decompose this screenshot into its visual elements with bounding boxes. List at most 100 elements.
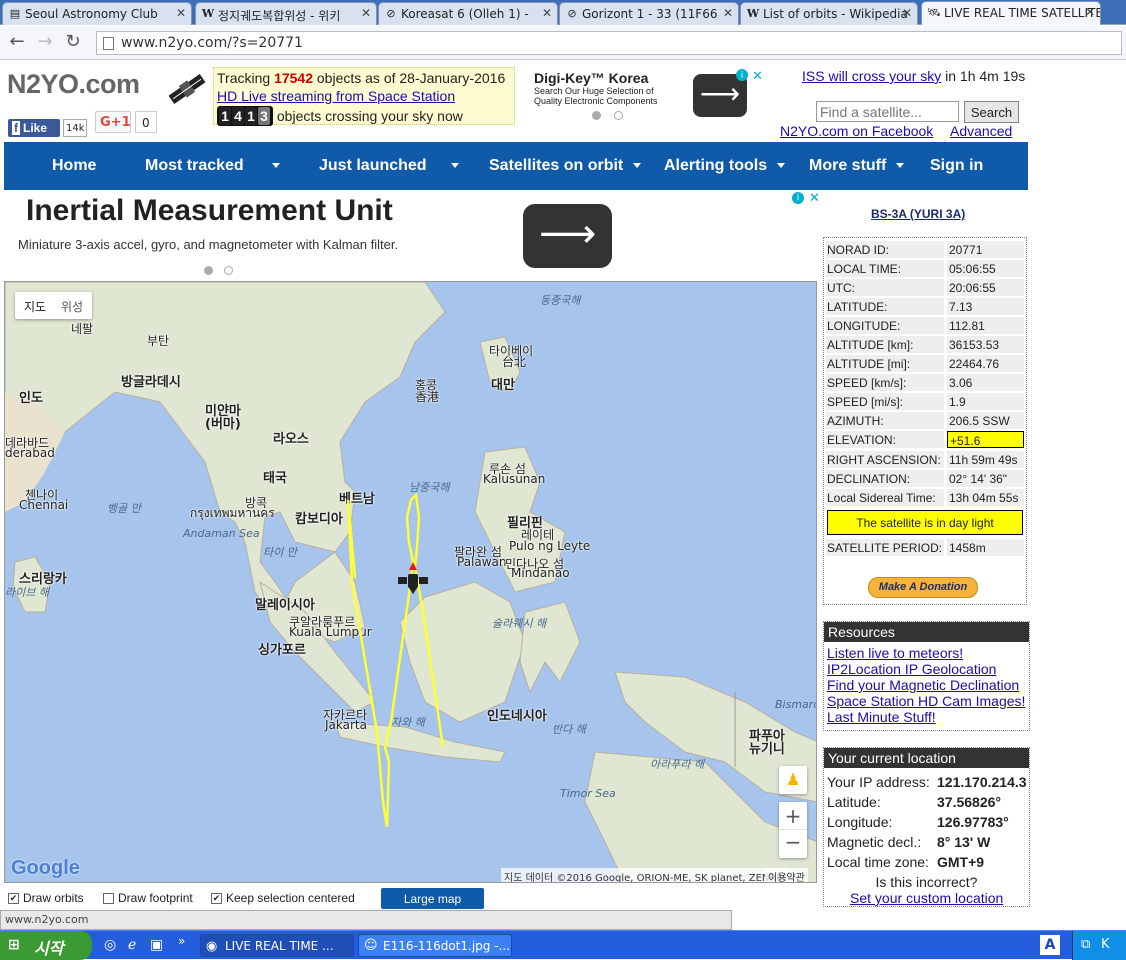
satellite-info-row: ALTITUDE [mi]: 22464.76: [826, 355, 1024, 372]
blocked-icon: ⊘: [386, 7, 396, 20]
resource-link[interactable]: Listen live to meteors!: [827, 645, 1029, 661]
info-value: 3.06: [947, 374, 1024, 391]
start-button[interactable]: ⊞ 시작: [0, 931, 92, 960]
ad-info-icon[interactable]: i: [792, 192, 804, 204]
chevron-down-icon: [777, 163, 786, 169]
resource-link[interactable]: Last Minute Stuff!: [827, 709, 1029, 725]
google-plus-button[interactable]: G+1: [95, 111, 131, 133]
ad-info-icon[interactable]: i: [736, 69, 748, 81]
reload-icon[interactable]: ↻: [62, 31, 84, 53]
satellite-period-row: SATELLITE PERIOD: 1458m: [826, 539, 1024, 556]
live-streaming-link[interactable]: HD Live streaming from Space Station: [217, 88, 455, 104]
location-title: Your current location: [824, 748, 1029, 768]
draw-orbits-checkbox[interactable]: ✔ Draw orbits: [8, 891, 84, 905]
draw-footprint-checkbox[interactable]: Draw footprint: [103, 891, 193, 905]
tray-network-icon[interactable]: ⧉: [1081, 937, 1090, 952]
browser-tab[interactable]: W List of orbits - Wikipedia ✕: [740, 2, 918, 25]
nav-alerting-tools[interactable]: Alerting tools: [664, 157, 786, 175]
nav-sign-in[interactable]: Sign in: [930, 157, 983, 175]
resource-link[interactable]: IP2Location IP Geolocation: [827, 661, 1029, 677]
taskbar-window-chrome[interactable]: ◉ LIVE REAL TIME ...: [200, 934, 354, 957]
map-terms-link[interactable]: 이용약관: [765, 868, 808, 882]
crossing-text: objects crossing your sky now: [276, 108, 463, 124]
satellite-marker-icon[interactable]: [397, 562, 429, 596]
browser-tab[interactable]: ⊘ Koreasat 6 (Olleh 1) - ✕: [378, 2, 558, 25]
google-logo[interactable]: Google: [11, 857, 80, 880]
checkbox-unchecked-icon: [103, 893, 114, 905]
zoom-in-button[interactable]: +: [779, 802, 807, 830]
close-icon[interactable]: ✕: [723, 6, 733, 20]
donate-button[interactable]: Make A Donation: [868, 577, 978, 598]
info-label: SATELLITE PERIOD:: [826, 539, 944, 556]
satellite-info-row: ALTITUDE [km]: 36153.53: [826, 336, 1024, 353]
info-label: UTC:: [826, 279, 944, 296]
back-icon[interactable]: ←: [6, 31, 28, 53]
ad-close-icon[interactable]: ✕: [752, 68, 763, 84]
taskbar-window-image[interactable]: ☺ E116-116dot1.jpg -...: [358, 934, 512, 957]
nav-satellites-on-orbit[interactable]: Satellites on orbit: [489, 157, 642, 175]
set-custom-location-link[interactable]: Set your custom location: [850, 890, 1003, 906]
ad-close-icon[interactable]: ✕: [809, 191, 820, 206]
nav-more-stuff[interactable]: More stuff: [809, 157, 905, 175]
info-value: 206.5 SSW: [947, 412, 1024, 429]
info-label: LONGITUDE:: [826, 317, 944, 334]
advanced-search-link[interactable]: Advanced: [950, 123, 1012, 139]
ip-address: 121.170.214.3: [937, 774, 1027, 790]
large-map-button[interactable]: Large map: [381, 888, 484, 909]
browser-tab[interactable]: ▤ Seoul Astronomy Club ✕: [2, 2, 192, 25]
keep-centered-checkbox[interactable]: ✔ Keep selection centered: [211, 891, 355, 905]
crossing-counter: 1413: [217, 106, 273, 126]
ad-dot-indicator[interactable]: [224, 266, 233, 275]
info-label: LATITUDE:: [826, 298, 944, 315]
facebook-like-button[interactable]: f Like: [8, 119, 60, 137]
map-type-satellite-button[interactable]: 위성: [61, 298, 83, 315]
close-icon[interactable]: ✕: [902, 6, 912, 20]
close-icon[interactable]: ✕: [176, 6, 186, 20]
nav-just-launched[interactable]: Just launched: [319, 157, 459, 175]
facebook-page-link[interactable]: N2YO.com on Facebook: [780, 123, 933, 139]
site-logo[interactable]: N2YO.com: [7, 69, 140, 100]
checkbox-checked-icon: ✔: [211, 893, 222, 905]
nav-most-tracked[interactable]: Most tracked: [145, 157, 280, 175]
close-icon[interactable]: ✕: [542, 6, 552, 20]
browser-tab-active[interactable]: 🛰 LIVE REAL TIME SATELLITE ✕: [921, 1, 1101, 25]
excel-icon[interactable]: ▣: [150, 937, 163, 953]
time-zone: GMT+9: [937, 854, 985, 870]
ad-dot-indicator[interactable]: [204, 266, 213, 275]
info-value: 1.9: [947, 393, 1024, 410]
show-desktop-icon[interactable]: ◎: [104, 937, 116, 953]
iss-cross-link[interactable]: ISS will cross your sky: [802, 68, 941, 84]
info-value: 20771: [947, 241, 1024, 258]
resource-link[interactable]: Find your Magnetic Declination: [827, 677, 1029, 693]
satellite-search-input[interactable]: [816, 101, 959, 122]
street-view-pegman-icon[interactable]: ♟: [779, 766, 807, 794]
satellite-info-row: ELEVATION: +51.6: [826, 431, 1024, 448]
satellite-map[interactable]: 동중국해 네팔 부탄 타이베이 台北 대만 인도 방글라데시 홍콩 香港 미얀마 (버마) 라오스 데라바…: [4, 281, 817, 883]
address-bar[interactable]: www.n2yo.com/?s=20771: [96, 31, 1122, 55]
ad-dot-indicator[interactable]: [592, 111, 601, 120]
wikipedia-icon: W: [746, 7, 760, 20]
internet-explorer-icon[interactable]: ℯ: [128, 937, 136, 953]
resource-link[interactable]: Space Station HD Cam Images!: [827, 693, 1029, 709]
imu-ad-banner[interactable]: Inertial Measurement Unit Miniature 3-ax…: [4, 191, 822, 279]
browser-tab[interactable]: W 정지궤도복합위성 - 위키 ✕: [195, 2, 377, 25]
satellite-name-link[interactable]: BS-3A (YURI 3A): [871, 207, 965, 221]
map-type-map-button[interactable]: 지도: [24, 298, 46, 315]
ad-dot-indicator[interactable]: [614, 111, 623, 120]
search-button[interactable]: Search: [964, 101, 1019, 123]
quicklaunch-expand-icon[interactable]: »: [178, 934, 185, 948]
info-value: 22464.76: [947, 355, 1024, 372]
like-count: 14k: [63, 119, 87, 137]
language-bar-icon[interactable]: A: [1040, 935, 1060, 955]
close-icon[interactable]: ✕: [1085, 5, 1095, 19]
arrow-right-icon[interactable]: ⟶: [523, 204, 612, 268]
zoom-out-button[interactable]: −: [779, 830, 807, 857]
browser-tab[interactable]: ⊘ Gorizont 1 - 33 (11F66 ✕: [559, 2, 739, 25]
nav-home[interactable]: Home: [52, 157, 96, 175]
tray-ime-icon[interactable]: K: [1101, 937, 1110, 952]
resources-box: Resources Listen live to meteors! IP2Loc…: [823, 621, 1030, 731]
close-icon[interactable]: ✕: [361, 6, 371, 20]
info-value: 20:06:55: [947, 279, 1024, 296]
forward-icon[interactable]: →: [34, 31, 56, 53]
digikey-ad[interactable]: Digi-Key™ Korea Search Our Huge Selectio…: [530, 67, 766, 125]
